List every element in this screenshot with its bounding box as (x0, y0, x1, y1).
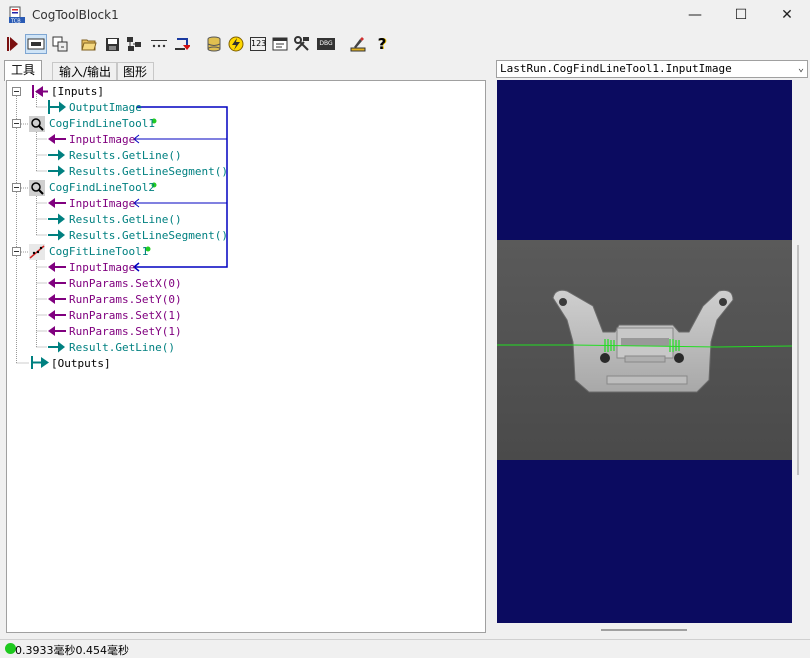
network-icon (127, 37, 141, 51)
tool-tree[interactable]: [Inputs] OutputImage CogFindLineTool1 In… (6, 80, 486, 633)
database-button[interactable] (204, 34, 224, 54)
cog-tool-block-icon: TCB (9, 6, 25, 24)
tree-node-results-getline[interactable]: Results.GetLine() (69, 148, 182, 164)
reset-button[interactable] (172, 34, 192, 54)
lightning-icon (228, 36, 244, 52)
title-bar: TCB CogToolBlock1 — ☐ ✕ (0, 0, 810, 32)
close-icon: ✕ (781, 7, 793, 23)
tree-node-outputs[interactable]: [Outputs] (51, 356, 111, 372)
outputs-icon (31, 356, 49, 369)
maximize-button[interactable]: ☐ (718, 0, 764, 30)
debug-button[interactable]: DBG (316, 34, 336, 54)
horizontal-scroll-thumb[interactable] (601, 629, 687, 631)
show-tool-tips-icon (27, 38, 45, 50)
collapse-box[interactable] (12, 119, 21, 128)
collapse-box[interactable] (12, 87, 21, 96)
tree-node-fit-line-tool-1[interactable]: CogFitLineTool1 (49, 244, 148, 260)
tree-node-result-getline[interactable]: Result.GetLine() (69, 340, 175, 356)
debug-label: DBG (319, 40, 333, 47)
tab-strip: 工具 输入/输出 图形 (0, 60, 490, 81)
open-folder-icon (81, 39, 97, 51)
pencil-ruler-button[interactable] (348, 34, 368, 54)
run-button[interactable] (3, 34, 23, 54)
tree-node-runparams-sety0[interactable]: RunParams.SetY(0) (69, 292, 182, 308)
ellipsis-button[interactable] (148, 34, 170, 54)
close-button[interactable]: ✕ (764, 0, 810, 30)
display-selector-value: LastRun.CogFindLineTool1.InputImage (500, 62, 732, 75)
minimize-icon: — (688, 7, 702, 23)
tree-node-find-line-tool-2[interactable]: CogFindLineTool2 (49, 180, 155, 196)
attach-button[interactable] (50, 34, 70, 54)
tree-node-input-image[interactable]: InputImage (69, 260, 135, 276)
tree-node-runparams-sety1[interactable]: RunParams.SetY(1) (69, 324, 182, 340)
tree-node-runparams-setx0[interactable]: RunParams.SetX(0) (69, 276, 182, 292)
debug-icon: DBG (317, 38, 335, 50)
terminal-icon (272, 37, 288, 51)
reset-icon (175, 38, 190, 50)
help-button[interactable]: ? (372, 34, 392, 54)
tab-tools[interactable]: 工具 (4, 60, 43, 81)
tree-node-input-image[interactable]: InputImage (69, 196, 135, 212)
minimize-button[interactable]: — (672, 0, 718, 30)
collapse-box[interactable] (12, 183, 21, 192)
terminal-button[interactable] (270, 34, 290, 54)
tree-node-runparams-setx1[interactable]: RunParams.SetX(1) (69, 308, 182, 324)
vertical-scrollbar[interactable] (792, 80, 806, 623)
maximize-icon: ☐ (734, 7, 748, 23)
tree-node-output-image[interactable]: OutputImage (69, 100, 142, 116)
tree-node-find-line-tool-1[interactable]: CogFindLineTool1 (49, 116, 155, 132)
help-icon: ? (377, 35, 387, 53)
lightning-button[interactable] (226, 34, 246, 54)
svg-text:TCB: TCB (10, 18, 21, 24)
tree-node-results-getlinesegment[interactable]: Results.GetLineSegment() (69, 228, 228, 244)
tools-button[interactable] (292, 34, 312, 54)
image-display[interactable] (497, 80, 792, 623)
tree-node-results-getlinesegment[interactable]: Results.GetLineSegment() (69, 164, 228, 180)
save-icon (105, 37, 119, 51)
number-button[interactable]: 123 (248, 34, 268, 54)
open-button[interactable] (79, 34, 99, 54)
network-button[interactable] (124, 34, 144, 54)
run-icon (7, 37, 18, 51)
number-123-icon: 123 (250, 37, 266, 51)
show-tool-tips-button[interactable] (25, 34, 47, 54)
find-line-tool-icon (29, 116, 45, 132)
inputs-icon (32, 85, 48, 98)
toolbar: 123 DBG ? (0, 32, 810, 58)
horizontal-scrollbar[interactable] (497, 623, 792, 637)
attach-icon (52, 36, 68, 52)
image-canvas (497, 240, 792, 460)
status-text: 0.3933毫秒0.454毫秒 (15, 644, 129, 657)
fit-line-tool-icon (29, 244, 45, 260)
tree-node-inputs[interactable]: [Inputs] (51, 84, 104, 100)
display-selector[interactable]: LastRun.CogFindLineTool1.InputImage ⌄ (496, 60, 808, 78)
tree-node-input-image[interactable]: InputImage (69, 132, 135, 148)
tab-input-output[interactable]: 输入/输出 (52, 62, 119, 81)
save-button[interactable] (102, 34, 122, 54)
vertical-scroll-thumb[interactable] (797, 245, 799, 475)
tree-node-results-getline[interactable]: Results.GetLine() (69, 212, 182, 228)
tools-icon (294, 36, 309, 51)
collapse-box[interactable] (12, 247, 21, 256)
tab-graphics[interactable]: 图形 (116, 62, 155, 81)
status-bar: 0.3933毫秒0.454毫秒 (0, 639, 810, 658)
pencil-ruler-icon (350, 37, 366, 52)
find-line-tool-icon (29, 180, 45, 196)
chevron-down-icon[interactable]: ⌄ (798, 61, 804, 77)
window-title: CogToolBlock1 (32, 8, 119, 22)
number-123-label: 123 (251, 39, 267, 48)
image-display-panel: LastRun.CogFindLineTool1.InputImage ⌄ (496, 60, 808, 638)
database-icon (207, 36, 221, 52)
ellipsis-icon (151, 40, 167, 48)
